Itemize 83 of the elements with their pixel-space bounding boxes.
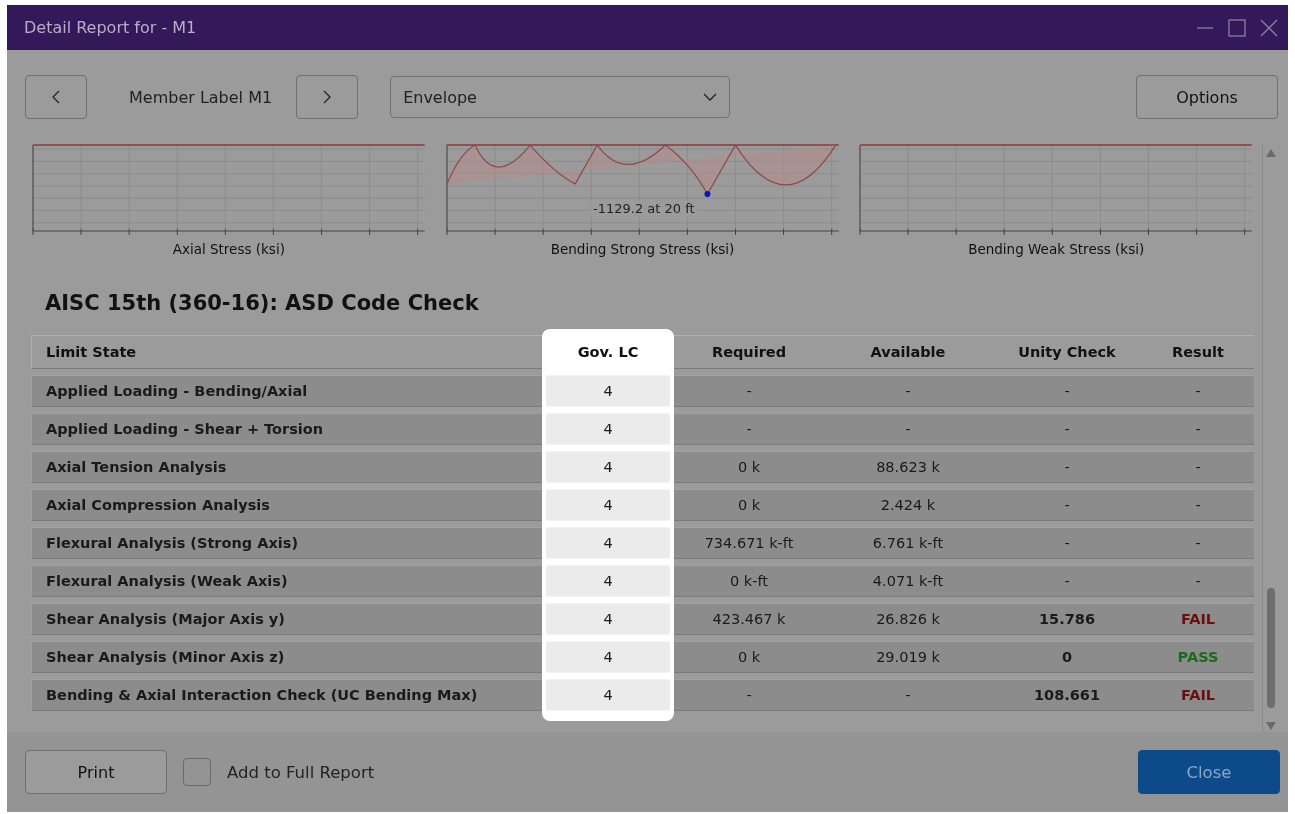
result-cell: - — [1142, 527, 1254, 559]
table-cell: Axial Tension Analysis — [31, 451, 542, 483]
maximize-icon[interactable] — [1228, 18, 1246, 37]
table-cell: 4 — [546, 603, 670, 635]
table-cell: 0 — [992, 641, 1142, 673]
chart-title: Bending Weak Stress (ksi) — [968, 241, 1145, 257]
checkbox-label: Add to Full Report — [227, 762, 375, 782]
table-cell: 0 k — [674, 489, 824, 521]
table-cell: 2.424 k — [824, 489, 992, 521]
table-cell: 423.467 k — [674, 603, 824, 635]
chevron-left-icon — [52, 90, 60, 104]
chevron-right-icon — [323, 90, 332, 104]
table-cell: 734.671 k-ft — [674, 527, 824, 559]
table-cell: - — [824, 679, 992, 711]
next-button[interactable] — [296, 75, 359, 119]
previous-button[interactable] — [25, 75, 87, 119]
table-cell: 29.019 k — [824, 641, 992, 673]
result-cell: FAIL — [1142, 603, 1254, 635]
close-button[interactable]: Close — [1138, 750, 1280, 794]
load-combo-dropdown[interactable]: Envelope — [390, 76, 731, 118]
table-cell: 4 — [546, 679, 670, 711]
table-cell: Bending & Axial Interaction Check (UC Bending Max) — [31, 679, 542, 711]
result-cell: FAIL — [1142, 679, 1254, 711]
min-value-label: -1129.2 at 20 ft — [591, 201, 697, 216]
scroll-up-icon[interactable] — [1265, 149, 1276, 157]
chart-title: Axial Stress (ksi) — [172, 241, 285, 257]
result-cell: - — [1142, 413, 1254, 445]
chevron-down-icon — [703, 93, 718, 101]
table-cell: - — [992, 413, 1142, 445]
table-cell: - — [992, 451, 1142, 483]
table-cell: - — [824, 413, 992, 445]
table-cell: Applied Loading - Shear + Torsion — [31, 413, 542, 445]
table-cell: - — [992, 375, 1142, 407]
scroll-down-icon[interactable] — [1265, 722, 1276, 730]
table-cell: 4 — [546, 489, 670, 521]
close-icon[interactable] — [1260, 18, 1278, 37]
vertical-scrollbar[interactable] — [1262, 143, 1278, 732]
column-header: Limit State — [31, 335, 542, 369]
table-cell: Shear Analysis (Major Axis y) — [31, 603, 542, 635]
table-cell: 0 k-ft — [674, 565, 824, 597]
chart-title: Bending Strong Stress (ksi) — [550, 241, 735, 257]
table-cell: - — [992, 527, 1142, 559]
table-cell: 108.661 — [992, 679, 1142, 711]
column-header: Required — [674, 335, 824, 369]
table-cell: Axial Compression Analysis — [31, 489, 542, 521]
print-button[interactable]: Print — [25, 750, 167, 794]
result-cell: - — [1142, 375, 1254, 407]
table-cell: 4 — [546, 413, 670, 445]
table-cell: 4.071 k-ft — [824, 565, 992, 597]
table-cell: 4 — [546, 451, 670, 483]
table-cell: Flexural Analysis (Strong Axis) — [31, 527, 542, 559]
table-cell: 0 k — [674, 451, 824, 483]
options-button[interactable]: Options — [1136, 75, 1278, 119]
table-cell: 0 k — [674, 641, 824, 673]
table-cell: 88.623 k — [824, 451, 992, 483]
result-cell: - — [1142, 451, 1254, 483]
table-cell: - — [674, 375, 824, 407]
column-header: Result — [1142, 335, 1254, 369]
scrollbar-thumb[interactable] — [1266, 588, 1275, 708]
member-label: Member Label M1 — [129, 87, 273, 107]
table-cell: Applied Loading - Bending/Axial — [31, 375, 542, 407]
table-cell: - — [824, 375, 992, 407]
checkbox[interactable] — [183, 758, 211, 786]
table-cell: Flexural Analysis (Weak Axis) — [31, 565, 542, 597]
table-cell: - — [992, 565, 1142, 597]
table-cell: 26.826 k — [824, 603, 992, 635]
result-cell: - — [1142, 489, 1254, 521]
table-cell: 6.761 k-ft — [824, 527, 992, 559]
table-cell: - — [992, 489, 1142, 521]
table-cell: 4 — [546, 565, 670, 597]
section-title: AISC 15th (360-16): ASD Code Check — [45, 291, 480, 315]
column-header: Available — [824, 335, 992, 369]
table-cell: Shear Analysis (Minor Axis z) — [31, 641, 542, 673]
table-cell: - — [674, 679, 824, 711]
result-cell: PASS — [1142, 641, 1254, 673]
table-cell: 15.786 — [992, 603, 1142, 635]
table-cell: 4 — [546, 375, 670, 407]
table-cell: - — [674, 413, 824, 445]
table-cell: 4 — [546, 527, 670, 559]
table-cell: 4 — [546, 641, 670, 673]
window-title: Detail Report for - M1 — [24, 18, 197, 37]
result-cell: - — [1142, 565, 1254, 597]
column-header: Unity Check — [992, 335, 1142, 369]
